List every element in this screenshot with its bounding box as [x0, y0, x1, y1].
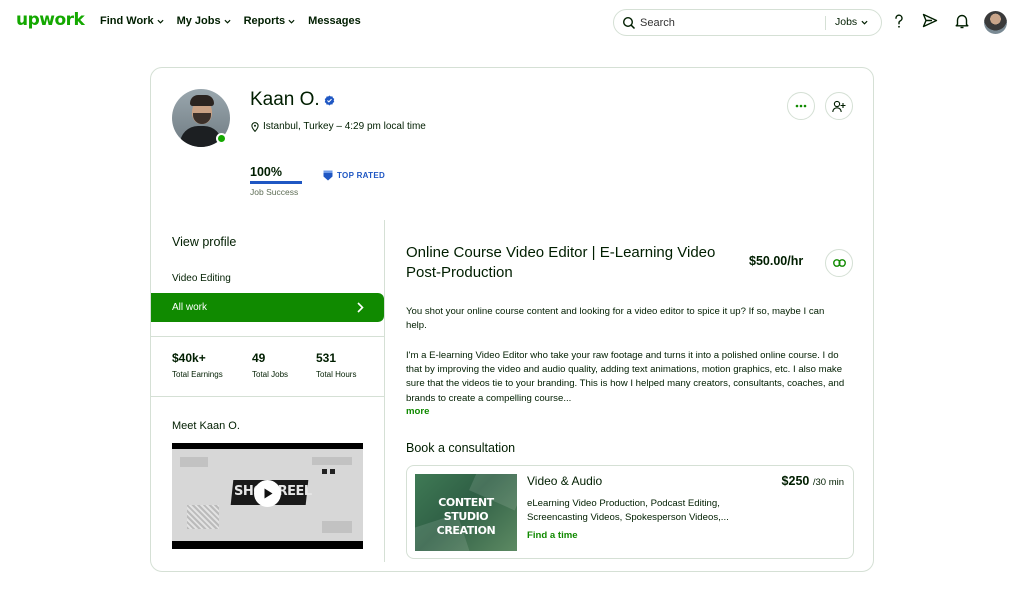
- job-success-label: Job Success: [250, 187, 299, 197]
- view-profile-heading: View profile: [172, 235, 237, 249]
- chevron-down-icon: [288, 19, 295, 24]
- job-success-bar: [250, 181, 302, 184]
- invite-to-job-button[interactable]: [825, 92, 853, 120]
- top-rated-badge-icon: [323, 170, 333, 181]
- nav-find-work[interactable]: Find Work: [100, 15, 164, 27]
- send-icon[interactable]: [921, 12, 939, 30]
- location-pin-icon: [251, 121, 259, 132]
- meet-heading: Meet Kaan O.: [172, 420, 240, 432]
- hourly-rate: $50.00/hr: [749, 254, 804, 268]
- top-rated-badge: TOP RATED: [323, 170, 385, 181]
- profile-name-text: Kaan O.: [250, 89, 320, 110]
- consultation-price-unit: /30 min: [812, 477, 844, 488]
- search-bar: Jobs: [613, 9, 882, 36]
- more-options-button[interactable]: [787, 92, 815, 120]
- search-divider: [825, 16, 826, 30]
- profile-title: Online Course Video Editor | E-Learning …: [406, 244, 716, 281]
- chevron-down-icon: [224, 19, 231, 24]
- specialty-video-editing[interactable]: Video Editing: [172, 273, 231, 284]
- divider: [151, 396, 384, 397]
- column-divider: [384, 220, 385, 562]
- consultation-card[interactable]: CONTENT STUDIO CREATION Video & Audio $2…: [406, 465, 854, 559]
- play-button[interactable]: [254, 480, 281, 507]
- thumbnail-text: CONTENT STUDIO CREATION: [436, 496, 496, 537]
- search-scope-label: Jobs: [835, 16, 858, 28]
- more-link[interactable]: more: [406, 406, 429, 417]
- verified-icon: [324, 94, 334, 106]
- nav-messages[interactable]: Messages: [308, 15, 361, 27]
- overview-body: I'm a E-learning Video Editor who take y…: [406, 350, 845, 404]
- stat-total-jobs: 49 Total Jobs: [252, 351, 288, 379]
- video-introduction[interactable]: SHOWREEL: [172, 443, 363, 549]
- ellipsis-icon: [795, 104, 807, 108]
- nav-my-jobs-label: My Jobs: [176, 15, 221, 27]
- profile-name: Kaan O.: [250, 89, 335, 111]
- search-icon[interactable]: [622, 16, 636, 30]
- stat-total-earnings: $40k+ Total Earnings: [172, 351, 223, 379]
- consultation-category: Video & Audio: [527, 474, 603, 488]
- all-work-button[interactable]: All work: [151, 293, 384, 322]
- nav-find-work-label: Find Work: [100, 15, 154, 27]
- add-user-icon: [832, 100, 846, 112]
- bell-icon[interactable]: [953, 12, 971, 30]
- consultation-thumbnail: CONTENT STUDIO CREATION: [415, 474, 517, 551]
- top-rated-text: TOP RATED: [337, 171, 386, 180]
- user-avatar[interactable]: [984, 11, 1007, 34]
- job-success-value: 100%: [250, 165, 282, 179]
- book-consultation-heading: Book a consultation: [406, 441, 516, 455]
- nav-links: Find Work My Jobs Reports Messages: [100, 15, 361, 27]
- top-navigation: upwork Find Work My Jobs Reports Message…: [0, 0, 1024, 44]
- upwork-logo[interactable]: upwork: [16, 10, 85, 30]
- chevron-down-icon: [157, 19, 164, 24]
- chevron-down-icon: [861, 20, 868, 25]
- stat-value: 49: [252, 351, 266, 365]
- search-scope-dropdown[interactable]: Jobs: [835, 16, 868, 28]
- job-success-score: 100% Job Success: [250, 165, 302, 197]
- consultation-description: eLearning Video Production, Podcast Edit…: [527, 498, 729, 523]
- help-icon[interactable]: [890, 12, 908, 30]
- stat-label: Total Hours: [316, 370, 357, 379]
- stat-total-hours: 531 Total Hours: [316, 351, 356, 379]
- profile-location: Istanbul, Turkey – 4:29 pm local time: [251, 121, 426, 132]
- chevron-right-icon: [357, 302, 364, 313]
- stat-label: Total Jobs: [252, 370, 289, 379]
- divider: [151, 336, 384, 337]
- stat-label: Total Earnings: [172, 370, 223, 379]
- search-input[interactable]: [640, 14, 820, 31]
- stat-value: $40k+: [172, 351, 206, 365]
- consultation-price: $250 /30 min: [782, 474, 844, 488]
- stat-value: 531: [316, 351, 337, 365]
- overview-intro: You shot your online course content and …: [406, 306, 825, 332]
- location-text: Istanbul, Turkey – 4:29 pm local time: [263, 121, 426, 132]
- nav-reports[interactable]: Reports: [244, 15, 296, 27]
- all-work-label: All work: [172, 302, 208, 313]
- find-a-time-link[interactable]: Find a time: [527, 530, 578, 541]
- play-icon: [264, 488, 272, 499]
- consultation-price-value: $250: [781, 474, 810, 488]
- copy-link-button[interactable]: [825, 249, 853, 277]
- nav-reports-label: Reports: [243, 15, 286, 27]
- link-icon: [832, 259, 846, 267]
- nav-my-jobs[interactable]: My Jobs: [177, 15, 231, 27]
- profile-card: Kaan O. Istanbul, Turkey – 4:29 pm local…: [150, 67, 874, 572]
- online-status-dot: [216, 133, 227, 144]
- nav-messages-label: Messages: [308, 15, 361, 27]
